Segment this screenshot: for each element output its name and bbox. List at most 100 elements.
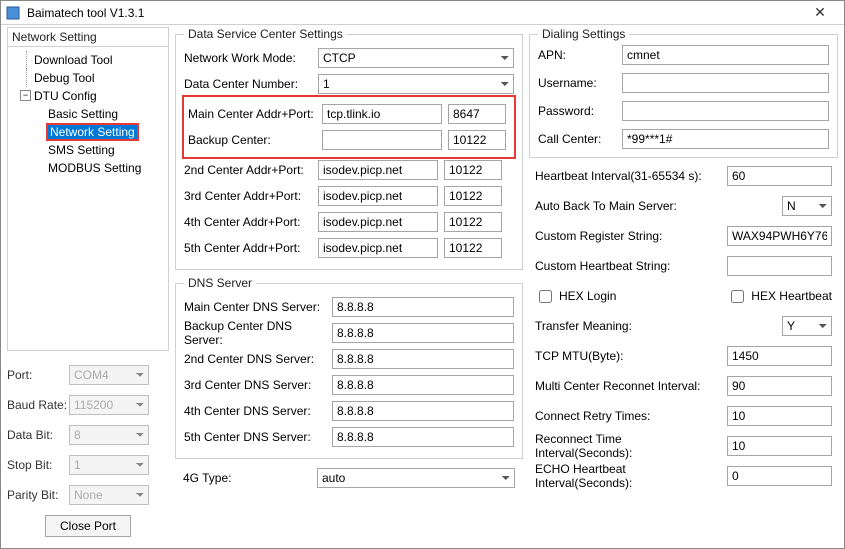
- rti-label: Reconnect Time Interval(Seconds):: [535, 432, 721, 460]
- close-port-button[interactable]: Close Port: [45, 515, 131, 537]
- hex-hb-label: HEX Heartbeat: [751, 289, 832, 303]
- stopbit-label: Stop Bit:: [7, 458, 69, 472]
- dns-main-label: Main Center DNS Server:: [184, 300, 326, 314]
- tree-basic[interactable]: Basic Setting: [18, 105, 166, 123]
- collapse-icon[interactable]: −: [20, 90, 31, 101]
- tree-download[interactable]: Download Tool: [18, 51, 166, 69]
- baud-select[interactable]: 115200: [69, 395, 149, 415]
- hb-label: Heartbeat Interval(31-65534 s):: [535, 169, 721, 183]
- hex-hb-checkbox[interactable]: HEX Heartbeat: [727, 287, 832, 306]
- multi-input[interactable]: [727, 376, 832, 396]
- parity-select[interactable]: None: [69, 485, 149, 505]
- data-center-legend: Data Service Center Settings: [184, 27, 347, 41]
- hb-input[interactable]: [727, 166, 832, 186]
- stopbit-select[interactable]: 1: [69, 455, 149, 475]
- dns-backup-label: Backup Center DNS Server:: [184, 319, 326, 347]
- reg-input[interactable]: [727, 226, 832, 246]
- num-label: Data Center Number:: [184, 77, 312, 91]
- hex-login-label: HEX Login: [559, 289, 616, 303]
- c4-port-input[interactable]: [444, 212, 502, 232]
- tree-network[interactable]: Network Setting: [18, 123, 166, 141]
- fourg-label: 4G Type:: [183, 471, 311, 485]
- content: Network Setting Download Tool Debug Tool…: [7, 27, 838, 542]
- main-label: Main Center Addr+Port:: [188, 107, 316, 121]
- autoback-select[interactable]: N: [782, 196, 832, 216]
- far-column: Dialing Settings APN: Username: Password…: [529, 27, 838, 542]
- app-icon: [5, 5, 21, 21]
- user-label: Username:: [538, 76, 622, 90]
- tree-modbus[interactable]: MODBUS Setting: [18, 159, 166, 177]
- backup-label: Backup Center:: [188, 133, 316, 147]
- dns-group: DNS Server Main Center DNS Server: Backu…: [175, 276, 523, 459]
- retry-input[interactable]: [727, 406, 832, 426]
- dns-c2-label: 2nd Center DNS Server:: [184, 352, 326, 366]
- pass-label: Password:: [538, 104, 622, 118]
- tree-debug[interactable]: Debug Tool: [18, 69, 166, 87]
- databit-label: Data Bit:: [7, 428, 69, 442]
- dns-main-input[interactable]: [332, 297, 514, 317]
- mode-label: Network Work Mode:: [184, 51, 312, 65]
- echo-input[interactable]: [727, 466, 832, 486]
- data-center-group: Data Service Center Settings Network Wor…: [175, 27, 523, 270]
- c2-label: 2nd Center Addr+Port:: [184, 163, 312, 177]
- close-icon[interactable]: ✕: [800, 2, 840, 24]
- dns-c5-label: 5th Center DNS Server:: [184, 430, 326, 444]
- port-label: Port:: [7, 368, 69, 382]
- retry-label: Connect Retry Times:: [535, 409, 721, 423]
- echo-label: ECHO Heartbeat Interval(Seconds):: [535, 462, 721, 490]
- fourg-select[interactable]: auto: [317, 468, 515, 488]
- main-port-input[interactable]: [448, 104, 506, 124]
- databit-select[interactable]: 8: [69, 425, 149, 445]
- dns-c3-label: 3rd Center DNS Server:: [184, 378, 326, 392]
- reg-label: Custom Register String:: [535, 229, 721, 243]
- c5-addr-input[interactable]: [318, 238, 438, 258]
- dns-c4-input[interactable]: [332, 401, 514, 421]
- rti-input[interactable]: [727, 436, 832, 456]
- dns-legend: DNS Server: [184, 276, 256, 290]
- c2-addr-input[interactable]: [318, 160, 438, 180]
- dns-c3-input[interactable]: [332, 375, 514, 395]
- serial-port-panel: Port: COM4 Baud Rate: 115200 Data Bit: 8…: [7, 365, 169, 505]
- tm-select[interactable]: Y: [782, 316, 832, 336]
- mode-select[interactable]: CTCP: [318, 48, 514, 68]
- call-label: Call Center:: [538, 132, 622, 146]
- hex-login-checkbox[interactable]: HEX Login: [535, 287, 616, 306]
- backup-port-input[interactable]: [448, 130, 506, 150]
- c5-port-input[interactable]: [444, 238, 502, 258]
- c2-port-input[interactable]: [444, 160, 502, 180]
- apn-input[interactable]: [622, 45, 829, 65]
- mtu-input[interactable]: [727, 346, 832, 366]
- dns-backup-input[interactable]: [332, 323, 514, 343]
- main-addr-input[interactable]: [322, 104, 442, 124]
- titlebar: Baimatech tool V1.3.1 ✕: [1, 1, 844, 25]
- c3-label: 3rd Center Addr+Port:: [184, 189, 312, 203]
- user-input[interactable]: [622, 73, 829, 93]
- tree-dtu[interactable]: − DTU Config: [18, 87, 166, 105]
- c3-port-input[interactable]: [444, 186, 502, 206]
- mtu-label: TCP MTU(Byte):: [535, 349, 721, 363]
- dns-c4-label: 4th Center DNS Server:: [184, 404, 326, 418]
- tree-panel: Network Setting Download Tool Debug Tool…: [7, 27, 169, 351]
- left-column: Network Setting Download Tool Debug Tool…: [7, 27, 169, 542]
- right-area: Data Service Center Settings Network Wor…: [175, 27, 838, 542]
- c4-addr-input[interactable]: [318, 212, 438, 232]
- middle-column: Data Service Center Settings Network Wor…: [175, 27, 523, 542]
- dns-c2-input[interactable]: [332, 349, 514, 369]
- multi-label: Multi Center Reconnet Interval:: [535, 379, 721, 393]
- window-title: Baimatech tool V1.3.1: [27, 6, 800, 20]
- c3-addr-input[interactable]: [318, 186, 438, 206]
- tree: Download Tool Debug Tool − DTU Config Ba…: [8, 47, 168, 181]
- tree-sms[interactable]: SMS Setting: [18, 141, 166, 159]
- parity-label: Parity Bit:: [7, 488, 69, 502]
- pass-input[interactable]: [622, 101, 829, 121]
- port-select[interactable]: COM4: [69, 365, 149, 385]
- autoback-label: Auto Back To Main Server:: [535, 199, 776, 213]
- hbstr-input[interactable]: [727, 256, 832, 276]
- c5-label: 5th Center Addr+Port:: [184, 241, 312, 255]
- apn-label: APN:: [538, 48, 622, 62]
- c4-label: 4th Center Addr+Port:: [184, 215, 312, 229]
- dns-c5-input[interactable]: [332, 427, 514, 447]
- num-select[interactable]: 1: [318, 74, 514, 94]
- backup-addr-input[interactable]: [322, 130, 442, 150]
- call-input[interactable]: [622, 129, 829, 149]
